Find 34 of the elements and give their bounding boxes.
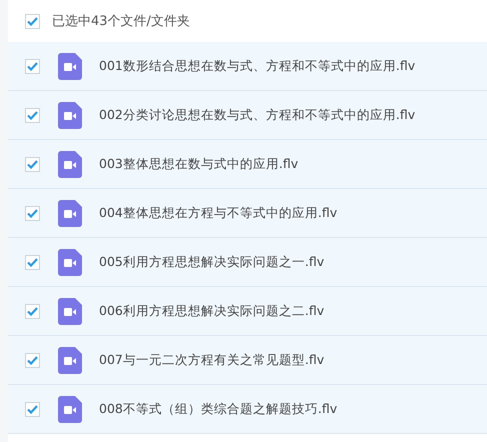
checkbox[interactable] [25,254,40,270]
file-row[interactable]: 001数形结合思想在数与式、方程和不等式中的应用.flv [8,42,487,91]
file-row[interactable]: 006利用方程思想解决实际问题之二.flv [8,287,487,336]
file-row[interactable]: 002分类讨论思想在数与式、方程和不等式中的应用.flv [8,91,487,140]
checkbox[interactable] [25,304,40,318]
video-file-icon [58,346,82,374]
file-row[interactable]: 008不等式（组）类综合题之解题技巧.flv [8,385,487,434]
file-name: 007与一元二次方程有关之常见题型.flv [99,352,324,368]
selection-count: 已选中43个文件/文件夹 [52,13,190,30]
video-file-icon [58,248,82,276]
video-file-icon [58,200,82,226]
video-file-icon [58,396,82,422]
checkbox[interactable] [25,58,40,74]
checkbox[interactable] [25,402,40,416]
file-name: 005利用方程思想解决实际问题之一.flv [99,254,324,270]
file-row[interactable]: 007与一元二次方程有关之常见题型.flv [8,336,487,385]
file-name: 001数形结合思想在数与式、方程和不等式中的应用.flv [99,58,416,74]
checkbox[interactable] [25,156,40,172]
file-name: 002分类讨论思想在数与式、方程和不等式中的应用.flv [99,106,416,124]
file-name: 006利用方程思想解决实际问题之二.flv [99,302,324,320]
file-row[interactable]: 005利用方程思想解决实际问题之一.flv [8,238,487,287]
video-file-icon [58,102,82,128]
checkbox[interactable] [25,352,40,368]
video-file-icon [58,298,82,324]
video-file-icon [58,150,82,178]
video-file-icon [58,52,82,80]
checkbox[interactable] [25,14,40,28]
file-name: 003整体思想在数与式中的应用.flv [99,156,298,172]
checkbox[interactable] [25,206,40,220]
file-name: 008不等式（组）类综合题之解题技巧.flv [99,400,338,418]
file-row[interactable]: 004整体思想在方程与不等式中的应用.flv [8,189,487,238]
file-name: 004整体思想在方程与不等式中的应用.flv [99,204,338,222]
checkbox[interactable] [25,108,40,122]
file-row[interactable]: 003整体思想在数与式中的应用.flv [8,140,487,189]
